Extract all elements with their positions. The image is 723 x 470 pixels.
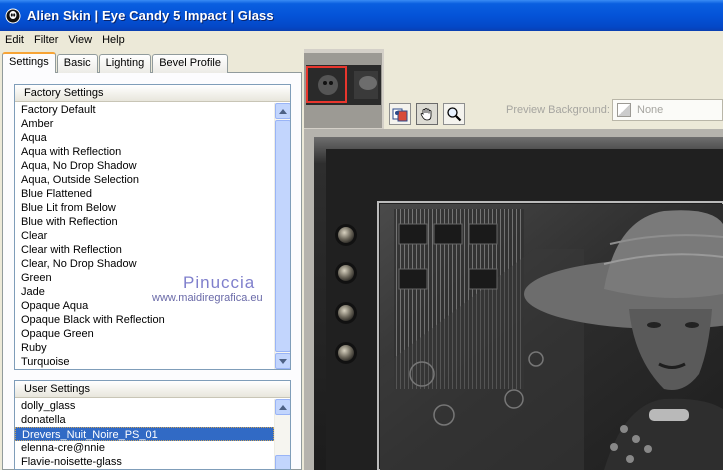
scroll-down-button[interactable]: [275, 353, 290, 369]
menu-view[interactable]: View: [63, 34, 97, 46]
tab-lighting[interactable]: Lighting: [98, 54, 152, 73]
factory-scrollbar[interactable]: [274, 103, 290, 369]
preview-canvas[interactable]: [304, 129, 723, 470]
list-item[interactable]: donatella: [15, 413, 274, 427]
list-item[interactable]: Blue Lit from Below: [15, 201, 274, 215]
user-scrollbar[interactable]: [274, 399, 290, 469]
factory-settings-list[interactable]: Factory Settings Factory Default Amber Aqu…: [14, 84, 291, 370]
preview-background-value: None: [637, 104, 664, 116]
list-item[interactable]: Jade: [15, 285, 274, 299]
chevron-up-icon: [279, 404, 287, 410]
list-item[interactable]: Blue with Reflection: [15, 215, 274, 229]
list-item[interactable]: Aqua with Reflection: [15, 145, 274, 159]
menu-filter[interactable]: Filter: [29, 34, 63, 46]
list-item[interactable]: dolly_glass: [15, 399, 274, 413]
navigator-viewport-frame[interactable]: [306, 66, 347, 103]
list-item[interactable]: Opaque Green: [15, 327, 274, 341]
compare-preview-icon: [392, 108, 408, 122]
menu-edit[interactable]: Edit: [0, 34, 29, 46]
scroll-thumb[interactable]: [275, 455, 290, 469]
compare-preview-button[interactable]: [389, 103, 411, 125]
scroll-up-button[interactable]: [275, 399, 290, 415]
factory-settings-header: Factory Settings: [15, 85, 290, 102]
hand-pan-icon: [420, 108, 432, 121]
list-item[interactable]: Clear: [15, 229, 274, 243]
user-settings-items: dolly_glass donatella Drevers_Nuit_Noire_P…: [15, 399, 274, 469]
list-item[interactable]: Ruby: [15, 341, 274, 355]
list-item[interactable]: Flavie-noisette-glass: [15, 455, 274, 469]
tab-settings[interactable]: Settings: [2, 52, 56, 73]
list-item[interactable]: elenna-cre@nnie: [15, 441, 274, 455]
preview-background-select[interactable]: None: [612, 99, 723, 121]
scroll-thumb[interactable]: [275, 120, 290, 352]
list-item[interactable]: Green: [15, 271, 274, 285]
chevron-down-icon: [279, 358, 287, 364]
zoom-button[interactable]: [443, 103, 465, 125]
preview-image: [304, 129, 723, 470]
list-item[interactable]: Aqua, No Drop Shadow: [15, 159, 274, 173]
menu-help[interactable]: Help: [97, 34, 130, 46]
preview-background-label: Preview Background:: [506, 104, 610, 116]
settings-tabs: Settings Basic Lighting Bevel Profile: [2, 52, 229, 73]
scroll-up-button[interactable]: [275, 103, 290, 119]
hand-pan-button[interactable]: [416, 103, 438, 125]
user-settings-list[interactable]: User Settings dolly_glass donatella Drever…: [14, 380, 291, 470]
list-item[interactable]: Clear with Reflection: [15, 243, 274, 257]
user-settings-header: User Settings: [15, 381, 290, 398]
tab-bevel-profile[interactable]: Bevel Profile: [152, 54, 228, 73]
list-item[interactable]: Turquoise: [15, 355, 274, 369]
list-item[interactable]: Clear, No Drop Shadow: [15, 257, 274, 271]
list-item[interactable]: Aqua: [15, 131, 274, 145]
list-item[interactable]: Opaque Black with Reflection: [15, 313, 274, 327]
chevron-up-icon: [279, 108, 287, 114]
tab-basic[interactable]: Basic: [56, 54, 98, 73]
list-item[interactable]: Amber: [15, 117, 274, 131]
window-title: Alien Skin | Eye Candy 5 Impact | Glass: [27, 8, 274, 23]
list-item[interactable]: Factory Default: [15, 103, 274, 117]
factory-settings-items: Factory Default Amber Aqua Aqua with Reflec…: [15, 103, 274, 369]
list-item[interactable]: Opaque Aqua: [15, 299, 274, 313]
alien-skin-icon[interactable]: [5, 8, 21, 24]
list-item[interactable]: Aqua, Outside Selection: [15, 173, 274, 187]
list-item[interactable]: Blue Flattened: [15, 187, 274, 201]
magnifier-zoom-icon: [447, 107, 462, 122]
list-item[interactable]: Drevers_Nuit_Noire_PS_01: [15, 427, 274, 441]
title-bar: Alien Skin | Eye Candy 5 Impact | Glass: [0, 0, 723, 31]
color-swatch-icon: [617, 103, 631, 117]
menu-bar: Edit Filter View Help: [0, 31, 723, 48]
